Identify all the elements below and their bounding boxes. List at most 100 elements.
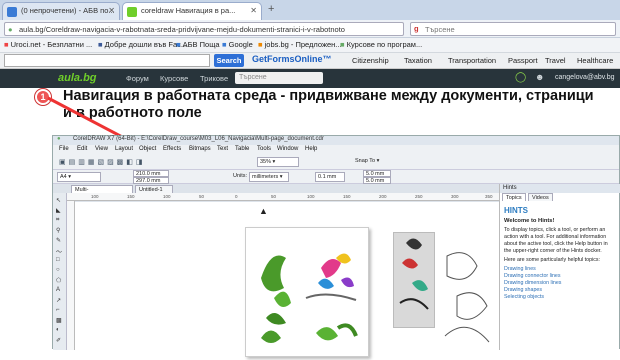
corel-toolbox: ↖ ◣ ⌗ ⚲ ✎ 〜 □ ○ ⬠ A ↗ ⌐ ▩ ◐ ✐	[53, 193, 67, 350]
menu-bitmaps[interactable]: Bitmaps	[189, 146, 211, 152]
toolbar-search-input[interactable]	[4, 54, 210, 67]
pick-tool-icon[interactable]: ↖	[56, 197, 64, 204]
transparency-tool-icon[interactable]: ◐	[56, 327, 64, 334]
page-height-input[interactable]: 297.0 mm	[133, 177, 169, 184]
menu-file[interactable]: File	[59, 146, 69, 152]
hints-body: Welcome to Hints! To display topics, cli…	[504, 218, 614, 301]
document-tabs: Multi-page_document... Untitled-1	[67, 185, 499, 199]
toolbar-taxation[interactable]: Taxation	[404, 56, 432, 65]
toolbar-passport[interactable]: Passport	[508, 56, 538, 65]
new-tab-button[interactable]: +	[268, 3, 274, 15]
menu-effects[interactable]: Effects	[163, 146, 181, 152]
ruler-tick: 50	[199, 194, 205, 199]
toolbar-healthcare[interactable]: Healthcare	[577, 56, 613, 65]
menu-edit[interactable]: Edit	[77, 146, 87, 152]
nudge-input[interactable]: 0.1 mm	[315, 172, 345, 182]
coreldraw-window: ● CorelDRAW X7 (64-Bit) - E:\CorelDraw_c…	[52, 135, 620, 357]
ruler-tick: 350	[485, 194, 493, 199]
hint-link-selecting-objects[interactable]: Selecting objects	[504, 294, 614, 301]
toolbar-icons[interactable]: ▣▤▥▦▧▨▩◧◨	[59, 158, 146, 166]
bookmark-google[interactable]: ■ Google	[222, 40, 253, 49]
mouse-cursor-icon: ▲	[259, 206, 268, 216]
drop-shadow-icon[interactable]: ▩	[56, 317, 64, 324]
menu-text[interactable]: Text	[217, 146, 228, 152]
hints-welcome: Welcome to Hints!	[504, 218, 555, 224]
close-icon[interactable]: ✕	[250, 6, 257, 15]
doc-tab-multipage[interactable]: Multi-page_document...	[71, 185, 133, 199]
crop-tool-icon[interactable]: ⌗	[56, 217, 64, 224]
hint-link-drawing-lines[interactable]: Drawing lines	[504, 266, 614, 273]
ellipse-tool-icon[interactable]: ○	[56, 267, 64, 274]
user-email[interactable]: cangelova@abv.bg	[555, 74, 615, 81]
menu-layout[interactable]: Layout	[115, 146, 133, 152]
hint-link-drawing-shapes[interactable]: Drawing shapes	[504, 287, 614, 294]
hint-link-dimension-lines[interactable]: Drawing dimension lines	[504, 280, 614, 287]
site-search-input[interactable]: Търсене	[235, 72, 323, 84]
close-icon[interactable]: ✕	[108, 6, 115, 15]
horizontal-ruler[interactable]: 100 150 100 50 0 50 100 150 200 250 300 …	[67, 193, 499, 201]
parallel-dimension-icon[interactable]: ↗	[56, 297, 64, 304]
ruler-tick: 0	[235, 194, 238, 199]
toolbar-citizenship[interactable]: Citizenship	[352, 56, 389, 65]
snap-to-button[interactable]: Snap To ▾	[353, 157, 385, 165]
eyedropper-icon[interactable]: ✐	[56, 337, 64, 344]
hint-link-connector-lines[interactable]: Drawing connector lines	[504, 273, 614, 280]
address-bar[interactable]: ● aula.bg/Coreldraw-navigacia-v-rabotnat…	[4, 22, 404, 36]
rectangle-tool-icon[interactable]: □	[56, 257, 64, 264]
vertical-ruler[interactable]	[67, 201, 75, 350]
tab-topics[interactable]: Topics	[502, 193, 526, 201]
google-icon: g	[414, 24, 419, 33]
page-size-select[interactable]: A4 ▾	[57, 172, 101, 182]
site-icon	[127, 7, 137, 17]
units-select[interactable]: millimeters ▾	[249, 172, 289, 182]
menu-table[interactable]: Table	[235, 146, 249, 152]
bookmark-uroci[interactable]: ■ Uroci.net - Безплатни ...	[4, 40, 92, 49]
menu-object[interactable]: Object	[139, 146, 156, 152]
tab-abv-mail[interactable]: (0 непрочетени) - АБВ по... ✕	[2, 2, 120, 20]
drawing-canvas[interactable]: ▲	[75, 202, 499, 357]
page-width-input[interactable]: 210.0 mm	[133, 170, 169, 177]
menu-tools[interactable]: Tools	[257, 146, 271, 152]
toolbar-transportation[interactable]: Transportation	[448, 56, 496, 65]
ruler-tick: 100	[163, 194, 171, 199]
ruler-tick: 150	[127, 194, 135, 199]
menu-view[interactable]: View	[95, 146, 108, 152]
corel-logo-icon: ●	[57, 136, 61, 142]
text-tool-icon[interactable]: A	[56, 287, 64, 294]
ruler-tick: 200	[379, 194, 387, 199]
tab-coreldraw[interactable]: coreldraw Навигация в ра... ✕	[122, 2, 262, 20]
document-page[interactable]	[245, 227, 369, 357]
search-button[interactable]: Search	[214, 54, 244, 67]
bookmark-abv[interactable]: ■ АБВ Поща	[176, 40, 220, 49]
tab-videos[interactable]: Videos	[528, 193, 553, 201]
bookmark-courses[interactable]: ■ Курсове по програм...	[340, 40, 422, 49]
menu-window[interactable]: Window	[277, 146, 298, 152]
artistic-media-icon[interactable]: 〜	[56, 247, 64, 256]
browser-search-input[interactable]: g Търсене	[410, 22, 616, 36]
toolbar-travel[interactable]: Travel	[545, 56, 566, 65]
chat-icon[interactable]: ◯	[515, 72, 526, 83]
getforms-logo[interactable]: GetFormsOnline™	[252, 54, 332, 64]
menu-help[interactable]: Help	[305, 146, 317, 152]
hints-docker: Hints Topics Videos HINTS Welcome to Hin…	[499, 184, 620, 350]
duplicate-y-input[interactable]: 5.0 mm	[363, 177, 391, 184]
bookmark-facebook[interactable]: ■ Добре дошли във Fac...	[98, 40, 187, 49]
ruler-tick: 150	[343, 194, 351, 199]
nav-tricks[interactable]: Трикове	[200, 74, 228, 83]
bookmark-jobs[interactable]: ■ jobs.bg - Предложен...	[258, 40, 342, 49]
ruler-tick: 50	[271, 194, 277, 199]
nav-forum[interactable]: Форум	[126, 74, 149, 83]
hints-heading: HINTS	[504, 206, 528, 215]
duplicate-x-input[interactable]: 5.0 mm	[363, 170, 391, 177]
doc-tab-untitled[interactable]: Untitled-1	[135, 185, 173, 193]
polygon-tool-icon[interactable]: ⬠	[56, 277, 64, 284]
connector-tool-icon[interactable]: ⌐	[56, 307, 64, 314]
user-icon[interactable]: ☻	[535, 72, 544, 82]
zoom-select[interactable]: 35% ▾	[257, 157, 299, 167]
freehand-tool-icon[interactable]: ✎	[56, 237, 64, 244]
nav-courses[interactable]: Курсове	[160, 74, 188, 83]
site-logo[interactable]: aula.bg	[58, 72, 97, 84]
side-page[interactable]	[393, 232, 435, 328]
shape-tool-icon[interactable]: ◣	[56, 207, 64, 214]
zoom-tool-icon[interactable]: ⚲	[56, 227, 64, 234]
